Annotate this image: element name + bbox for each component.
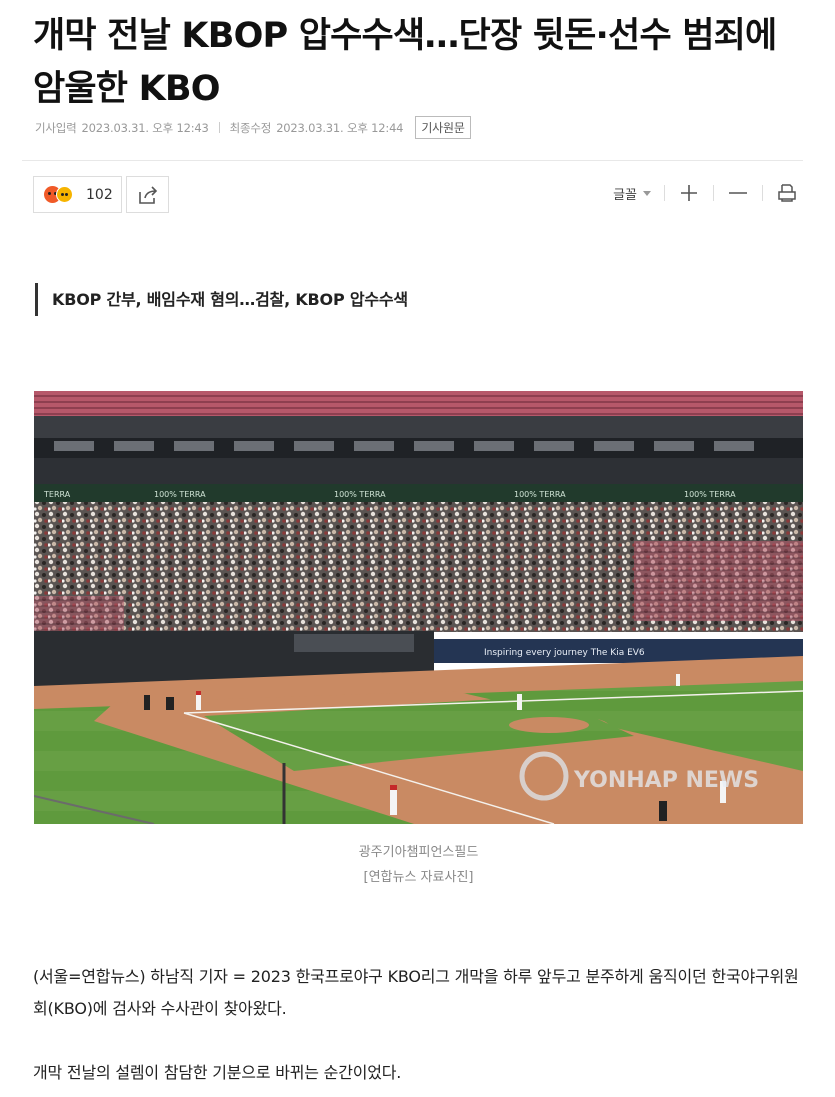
toolbar-divider [664,185,665,201]
article-body: (서울=연합뉴스) 하남직 기자 = 2023 한국프로야구 KBO리그 개막을… [33,961,808,1097]
modified-date: 2023.03.31. 오후 12:44 [276,120,404,135]
caption-title: 광주기아챔피언스필드 [358,845,479,860]
font-button[interactable]: 글꼴 [613,184,651,203]
article-subheading: KBOP 간부, 배임수재 혐의…검찰, KBOP 압수수색 [35,283,408,316]
zoom-in-button[interactable] [678,182,700,204]
signage-ad-1: 100% TERRA [154,490,206,499]
signage-ad-4: 100% TERRA [684,490,736,499]
print-icon [778,184,796,202]
toolbar-divider [713,185,714,201]
published-label: 기사입력 [35,120,77,135]
baseball-stadium-image: TERRA 100% TERRA 100% TERRA 100% TERRA 1… [34,391,803,824]
watermark-text: YONHAP NEWS [573,768,759,793]
article-headline: 개막 전날 KBOP 압수수색…단장 뒷돈·선수 범죄에 암울한 KBO [33,16,777,109]
article-paragraph: 개막 전날의 설렘이 참담한 기분으로 바뀌는 순간이었다. [33,1063,402,1082]
meta-divider [218,122,220,133]
zoom-out-button[interactable] [727,182,749,204]
print-button[interactable] [776,182,798,204]
article-photo[interactable]: TERRA 100% TERRA 100% TERRA 100% TERRA 1… [34,391,803,824]
signage-terra-left: TERRA [43,490,71,499]
signage-kia: Inspiring every journey The Kia EV6 [484,648,645,658]
plus-icon [681,185,697,201]
article-meta: 기사입력 2023.03.31. 오후 12:43 최종수정 2023.03.3… [35,116,471,139]
reaction-count: 102 [86,186,113,203]
toolbar-divider [762,185,763,201]
article-paragraph: (서울=연합뉴스) 하남직 기자 = 2023 한국프로야구 KBO리그 개막을… [33,967,799,1018]
article-toolbar: 글꼴 [613,180,798,206]
share-icon [138,185,157,204]
share-button[interactable] [126,176,169,213]
modified-label: 최종수정 [229,120,272,135]
header-divider [22,160,803,161]
published-date: 2023.03.31. 오후 12:43 [81,120,209,135]
original-article-button[interactable]: 기사원문 [415,116,471,139]
minus-icon [729,192,747,194]
font-label: 글꼴 [613,187,637,203]
signage-ad-3: 100% TERRA [514,490,566,499]
reaction-button[interactable]: 102 [33,176,122,213]
signage-ad-2: 100% TERRA [334,490,386,499]
caret-down-icon [643,190,651,196]
caption-credit: [연합뉴스 자료사진] [363,870,474,885]
laugh-emoji-icon [56,186,73,203]
photo-caption: 광주기아챔피언스필드 [연합뉴스 자료사진] [34,840,803,890]
